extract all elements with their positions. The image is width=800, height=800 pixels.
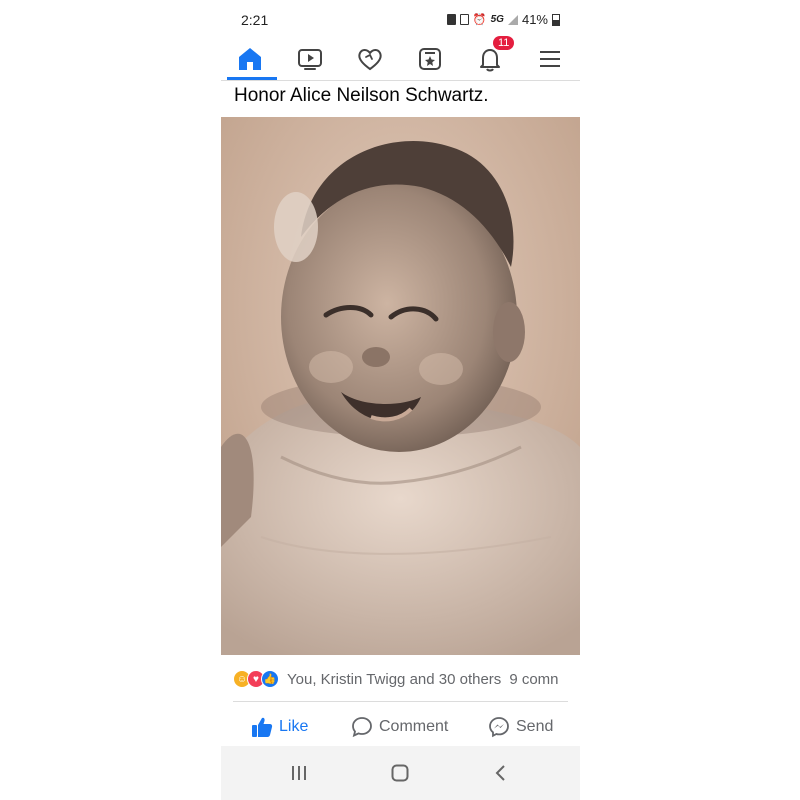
messenger-icon <box>489 717 509 738</box>
baby-photo-image <box>221 117 580 655</box>
nav-menu[interactable] <box>525 38 575 80</box>
like-label: Like <box>279 718 309 735</box>
back-chevron-icon <box>495 765 505 781</box>
phone-screen: 2:21 ⏰ 5G 41% 11 Honor Alice Neilson Sch… <box>221 0 580 800</box>
battery-percent: 41% <box>521 12 548 27</box>
send-button[interactable]: Send <box>488 708 553 746</box>
video-icon <box>298 49 322 70</box>
nav-home[interactable] <box>225 38 277 80</box>
status-icons: ⏰ 5G 41% <box>446 12 560 27</box>
thumbs-up-icon <box>252 717 273 737</box>
signal-icon <box>507 14 518 25</box>
star-store-icon <box>419 48 441 70</box>
status-time: 2:21 <box>241 12 269 28</box>
like-reaction-icon: 👍 <box>261 670 279 688</box>
post-photo[interactable] <box>221 117 580 655</box>
comment-label: Comment <box>379 718 449 735</box>
home-square-icon <box>391 764 409 782</box>
reaction-count-text: You, Kristin Twigg and 30 others <box>287 670 502 688</box>
nav-watch[interactable] <box>285 38 335 80</box>
recent-apps-button[interactable] <box>289 763 309 783</box>
comment-count[interactable]: 9 comn <box>509 671 558 688</box>
sim-icon <box>446 14 456 25</box>
notification-badge: 11 <box>493 36 515 50</box>
battery-icon <box>552 13 560 26</box>
network-type: 5G <box>490 14 504 25</box>
heart-icon <box>358 49 382 71</box>
alarm-icon: ⏰ <box>472 14 487 26</box>
top-navigation: 11 <box>221 36 580 81</box>
home-icon <box>239 48 261 70</box>
send-label: Send <box>516 718 554 735</box>
like-button[interactable]: Like <box>251 708 308 746</box>
post-actions: Like Comment Send <box>221 708 580 746</box>
system-navigation-bar <box>221 746 580 800</box>
comment-button[interactable]: Comment <box>351 708 448 746</box>
actions-divider <box>233 701 568 702</box>
recent-apps-icon <box>292 766 306 780</box>
reactions-summary[interactable]: ☺ ♥ 👍 You, Kristin Twigg and 30 others 9… <box>233 668 580 690</box>
nav-notifications[interactable]: 11 <box>465 36 515 80</box>
nfc-icon <box>459 14 469 25</box>
hamburger-menu-icon <box>540 51 560 67</box>
comment-bubble-icon <box>352 717 372 738</box>
status-bar: 2:21 ⏰ 5G 41% <box>221 0 580 38</box>
post-text: Honor Alice Neilson Schwartz. <box>234 85 489 106</box>
home-button[interactable] <box>390 763 410 783</box>
nav-marketplace[interactable] <box>405 38 455 80</box>
back-button[interactable] <box>491 763 511 783</box>
nav-dating[interactable] <box>345 38 395 80</box>
